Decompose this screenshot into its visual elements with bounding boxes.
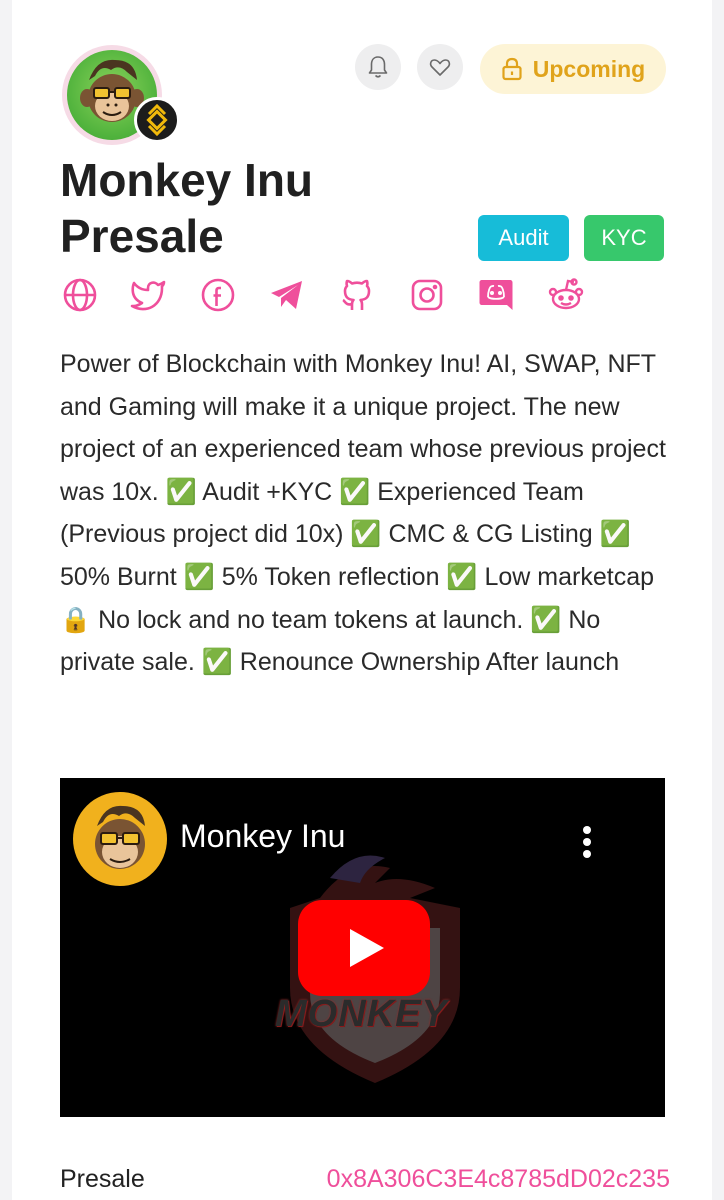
presale-row: Presale 0x8A306C3E4c8785dD02c235 xyxy=(60,1165,670,1200)
brand-text: MONKEY xyxy=(275,993,448,1035)
github-icon xyxy=(342,279,371,310)
discord-link[interactable] xyxy=(476,275,516,315)
facebook-icon xyxy=(201,278,235,312)
video-embed[interactable]: Monkey Inu MONKEY xyxy=(60,778,665,1117)
discord-icon xyxy=(479,280,513,310)
twitter-icon xyxy=(130,280,166,311)
kyc-badge[interactable]: KYC xyxy=(584,215,664,261)
status-label: Upcoming xyxy=(532,55,646,82)
project-card: Upcoming Monkey Inu Presale Audit KYC Po… xyxy=(12,0,712,1200)
play-icon xyxy=(350,929,384,967)
status-badge: Upcoming xyxy=(480,44,666,94)
presale-address-link[interactable]: 0x8A306C3E4c8785dD02c235 xyxy=(327,1165,670,1194)
presale-label: Presale xyxy=(60,1165,145,1193)
github-link[interactable] xyxy=(337,275,377,315)
website-link[interactable] xyxy=(60,275,100,315)
play-button[interactable] xyxy=(298,900,430,996)
reddit-icon xyxy=(548,278,584,310)
telegram-link[interactable] xyxy=(267,275,307,315)
social-links xyxy=(60,275,620,315)
bell-icon xyxy=(368,56,388,78)
favorite-button[interactable] xyxy=(417,44,463,90)
project-description: Power of Blockchain with Monkey Inu! AI,… xyxy=(60,350,666,677)
instagram-link[interactable] xyxy=(407,275,447,315)
globe-icon xyxy=(63,278,97,312)
project-logo xyxy=(62,45,180,145)
instagram-icon xyxy=(411,279,443,311)
facebook-link[interactable] xyxy=(198,275,238,315)
reddit-link[interactable] xyxy=(546,275,586,315)
telegram-icon xyxy=(271,281,302,309)
heart-icon xyxy=(429,59,451,76)
page-title: Monkey Inu Presale xyxy=(60,154,314,262)
more-options-icon[interactable] xyxy=(580,826,594,866)
twitter-link[interactable] xyxy=(128,275,168,315)
channel-avatar[interactable] xyxy=(73,792,167,886)
bnb-chain-icon xyxy=(134,97,180,143)
lock-icon xyxy=(502,57,522,81)
audit-badge[interactable]: Audit xyxy=(478,215,569,261)
notify-button[interactable] xyxy=(355,44,401,90)
